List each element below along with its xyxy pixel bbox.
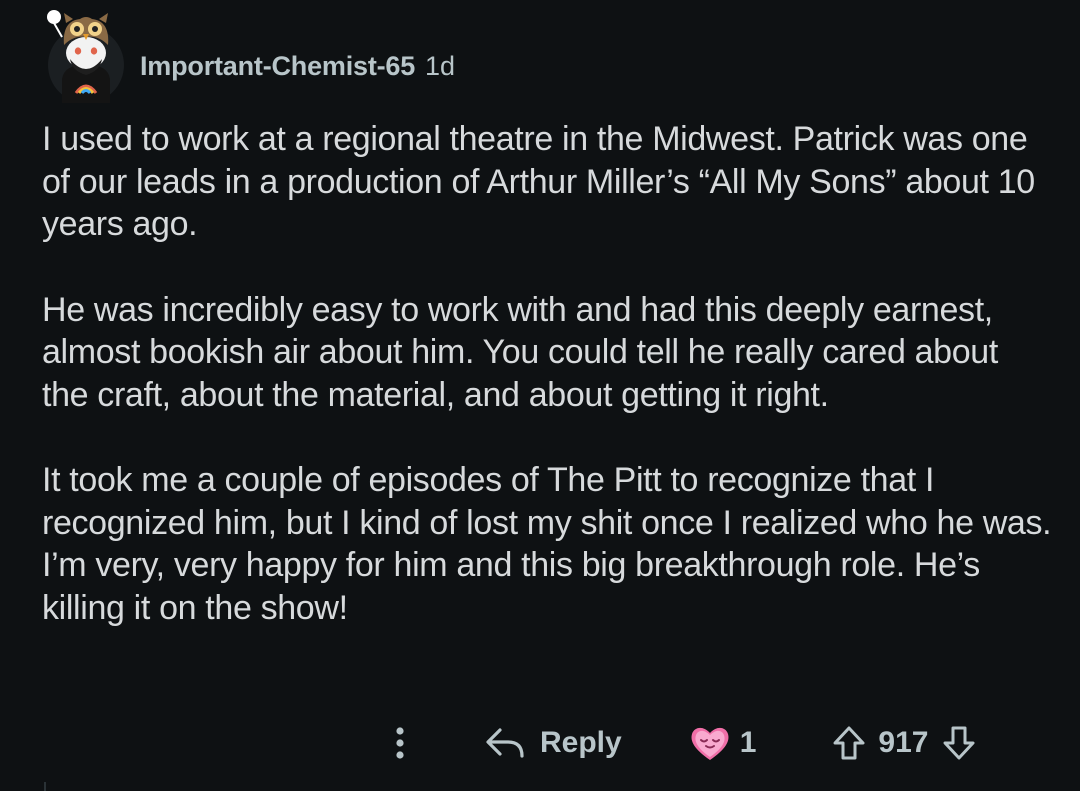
comment-body: I used to work at a regional theatre in …	[42, 118, 1052, 672]
upvote-arrow-icon[interactable]	[832, 725, 866, 761]
comment-screen: Important-Chemist-65 1d I used to work a…	[0, 0, 1080, 791]
avatar[interactable]	[40, 9, 136, 109]
author-username[interactable]: Important-Chemist-65	[140, 51, 415, 82]
comment-paragraph: It took me a couple of episodes of The P…	[42, 461, 1052, 627]
vote-controls: 917	[832, 725, 976, 761]
award-button[interactable]: 1	[688, 723, 757, 763]
award-count: 1	[739, 726, 757, 759]
comment-actions: Reply 1 917	[380, 715, 976, 771]
thread-line	[44, 782, 46, 791]
comment-paragraph: He was incredibly easy to work with and …	[42, 290, 998, 414]
more-options-button[interactable]	[380, 723, 420, 763]
comment-header: Important-Chemist-65 1d	[40, 4, 455, 114]
vote-score: 917	[878, 726, 929, 759]
snoo-avatar-icon	[47, 10, 124, 103]
reply-label: Reply	[540, 726, 622, 759]
reply-button[interactable]: Reply	[484, 726, 622, 760]
downvote-arrow-icon[interactable]	[942, 725, 976, 761]
comment-paragraph: I used to work at a regional theatre in …	[42, 120, 1035, 243]
heart-face-award-icon	[691, 727, 729, 760]
reply-arrow-icon	[486, 728, 524, 758]
comment-age: 1d	[425, 50, 456, 81]
more-vertical-icon	[396, 727, 404, 759]
